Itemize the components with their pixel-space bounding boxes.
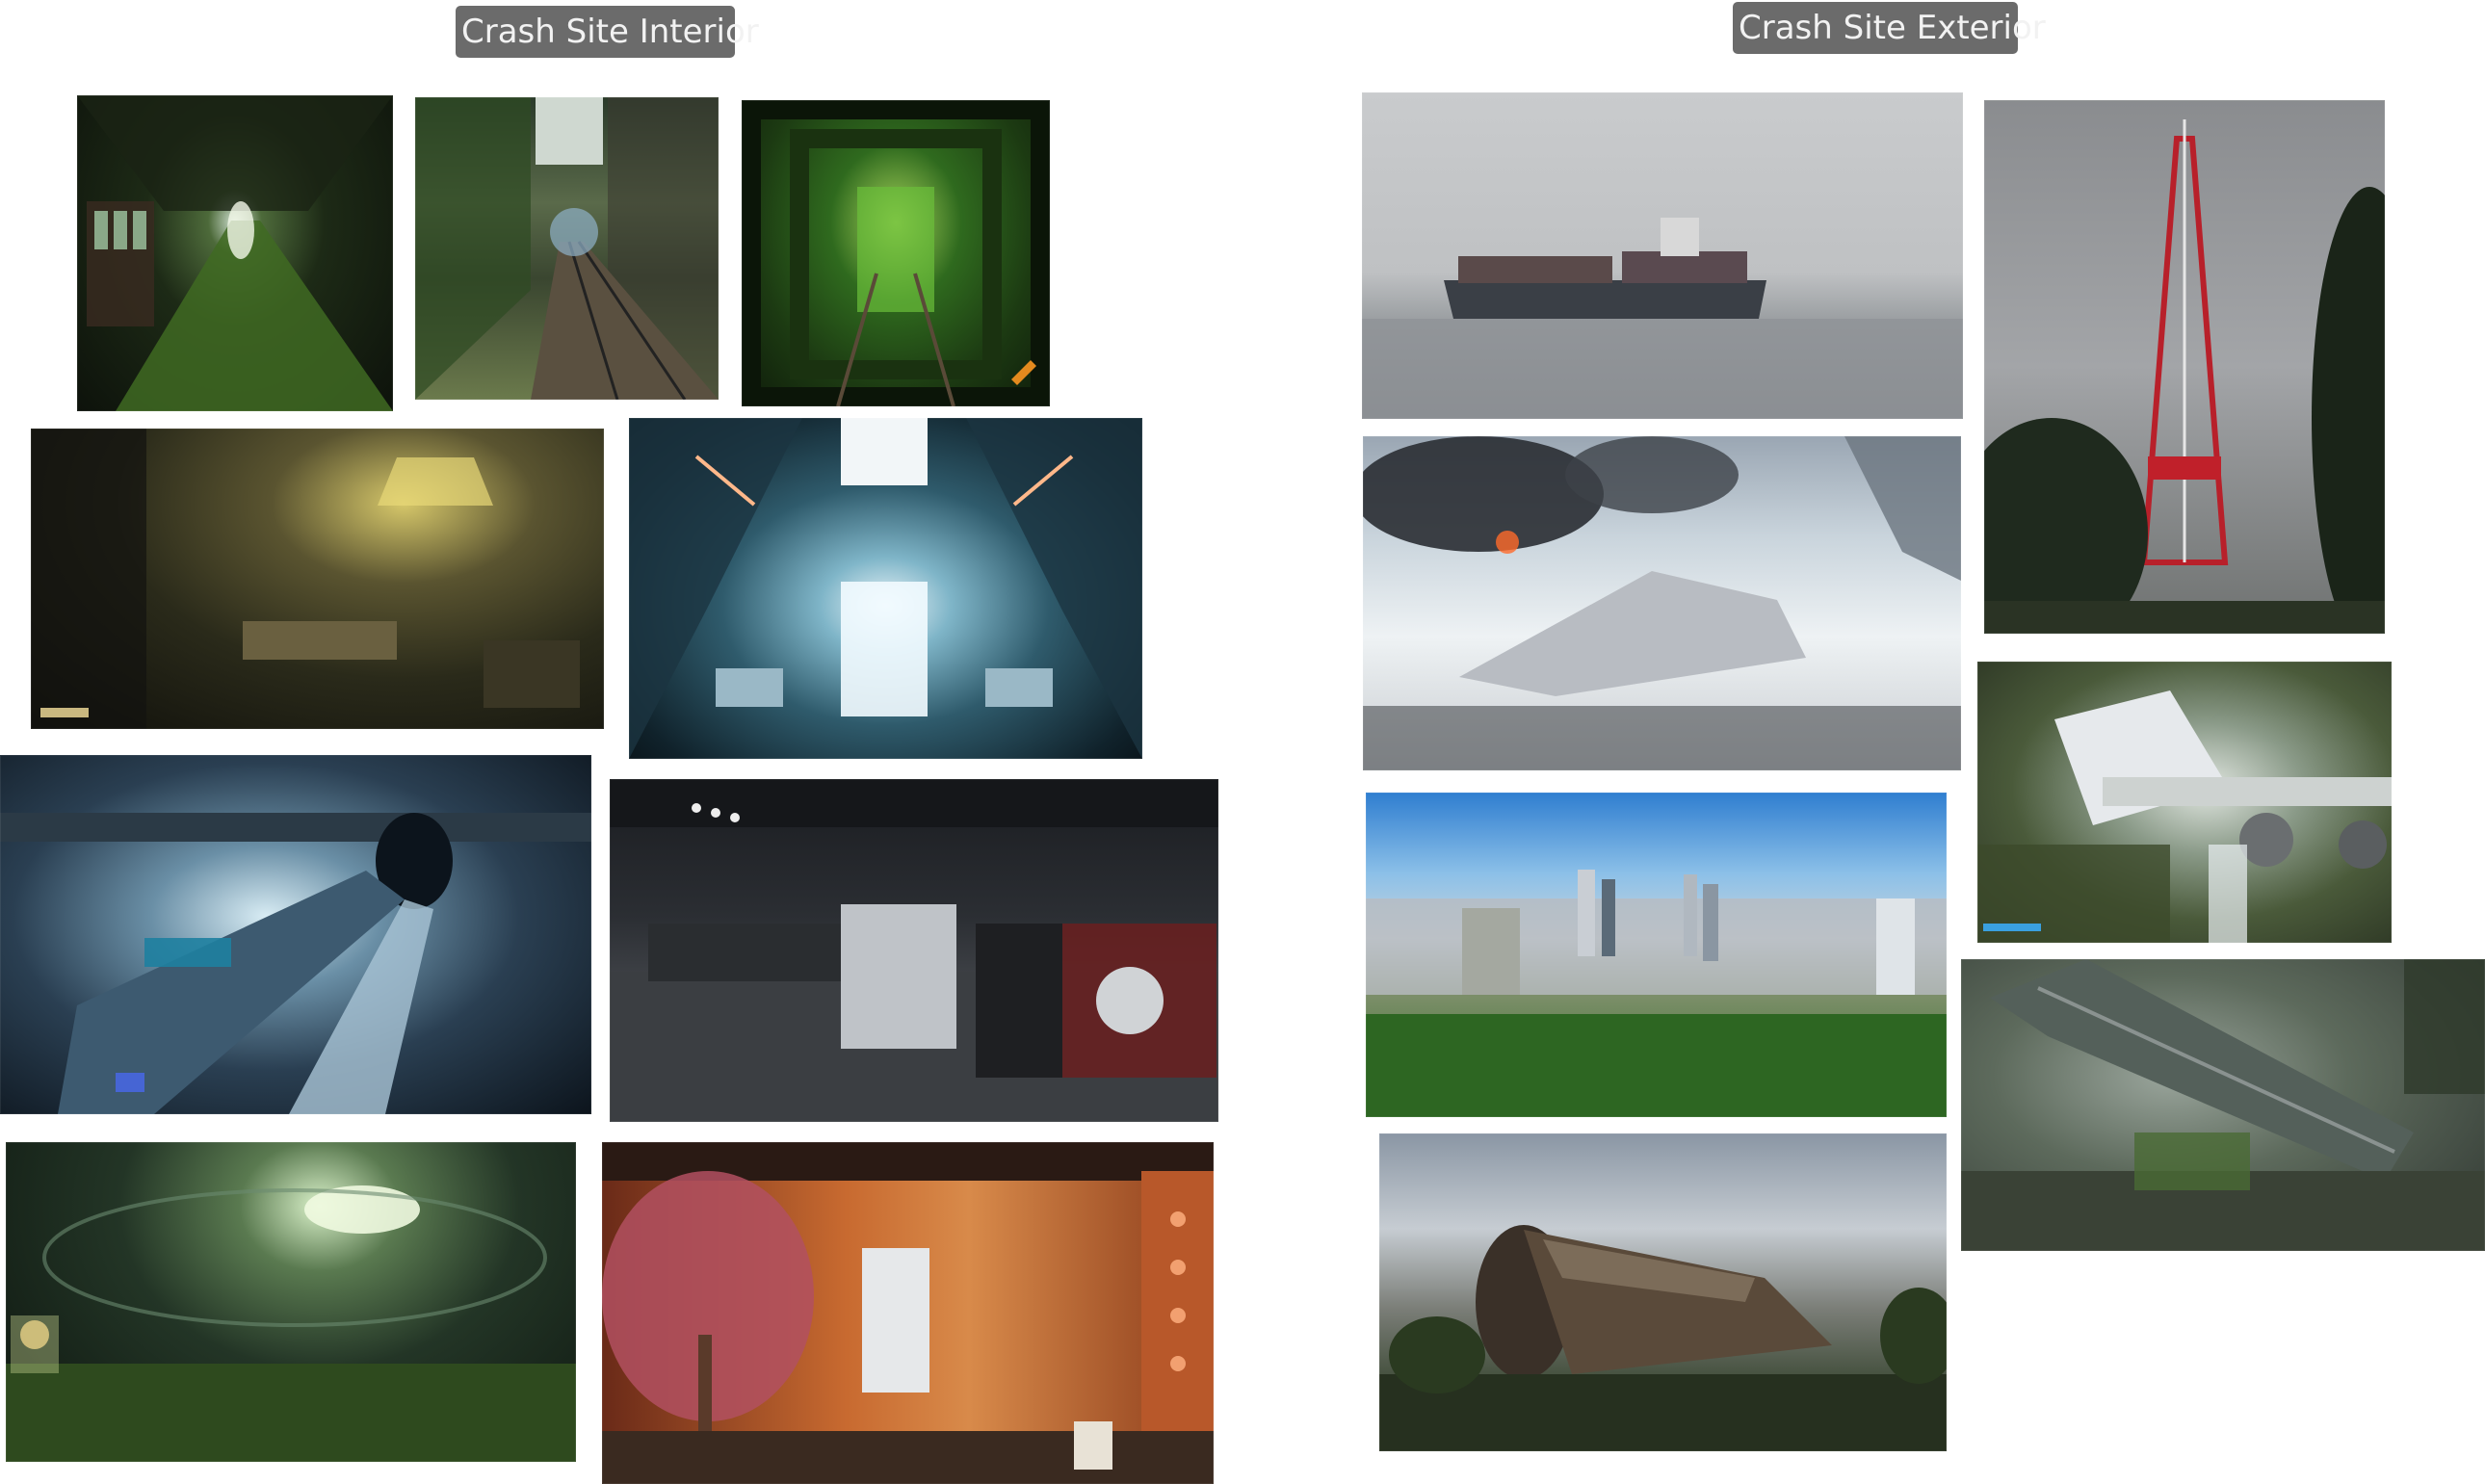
orange-ship-interior-tree-image[interactable] — [602, 1142, 1214, 1484]
overgrown-tunnel-tracks-image[interactable] — [415, 97, 719, 400]
vine-covered-tunnel-image[interactable] — [742, 100, 1050, 406]
container-ship-fog-image[interactable] — [1362, 92, 1963, 419]
radio-tower-image[interactable] — [1984, 100, 2385, 634]
tube-corridor-image[interactable] — [0, 755, 591, 1114]
spaceship-corridor-image[interactable] — [629, 418, 1142, 759]
rusted-ship-wreck-image[interactable] — [1379, 1133, 1947, 1451]
hangar-bay-image[interactable] — [610, 779, 1218, 1122]
snowy-crash-landing-image[interactable] — [1363, 436, 1961, 770]
overgrown-train-wreck-image[interactable] — [1961, 959, 2485, 1251]
interior-section-label: Crash Site Interior — [456, 6, 759, 58]
moodboard-canvas: Crash Site Interior Crash Site Exterior — [0, 0, 2485, 1484]
city-skyline-image[interactable] — [1366, 793, 1947, 1117]
overgrown-dome-hall-image[interactable] — [6, 1142, 576, 1462]
dark-machinery-room-image[interactable] — [31, 429, 604, 729]
exterior-section-label: Crash Site Exterior — [1733, 2, 2046, 54]
plane-wreck-waterfall-image[interactable] — [1977, 662, 2392, 943]
overgrown-train-car-image[interactable] — [77, 95, 393, 411]
